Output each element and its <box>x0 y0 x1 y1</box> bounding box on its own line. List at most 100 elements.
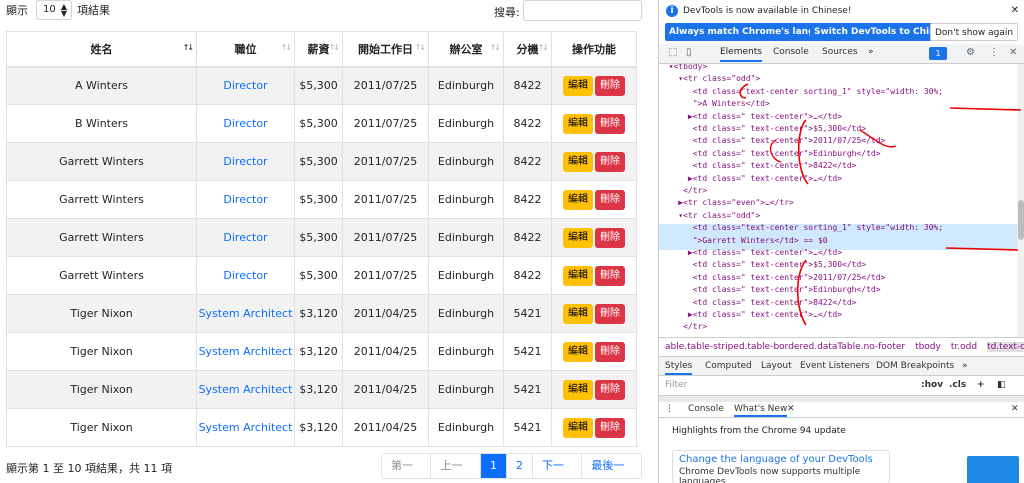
hov-toggle[interactable]: :hov <box>921 380 943 390</box>
breadcrumb-item[interactable]: td.text-c <box>987 342 1024 352</box>
dom-node-line[interactable]: <td class=" text-center">2011/07/25</td> <box>659 271 886 284</box>
add-rule-icon[interactable]: + <box>977 380 985 390</box>
dom-node-line[interactable]: <td class="text-center sorting_1" style=… <box>659 221 943 234</box>
edit-button[interactable]: 編輯 <box>563 113 593 134</box>
page-link[interactable]: 上一頁 <box>430 454 479 478</box>
delete-button[interactable]: 刪除 <box>595 151 625 172</box>
close-whats-new-icon[interactable]: ✕ <box>787 404 795 414</box>
delete-button[interactable]: 刪除 <box>595 75 625 96</box>
cell-position[interactable]: System Architect <box>196 408 295 447</box>
column-header[interactable]: 姓名 ↑↓ <box>6 31 197 68</box>
inspect-icon[interactable]: ⬚ <box>668 47 677 58</box>
dom-node-line[interactable]: <td class=" text-center">$5,300</td> <box>659 258 866 271</box>
tab-dom-breakpoints[interactable]: DOM Breakpoints <box>876 361 954 371</box>
cell-position[interactable]: Director <box>196 104 295 143</box>
edit-button[interactable]: 編輯 <box>563 151 593 172</box>
delete-button[interactable]: 刪除 <box>595 303 625 324</box>
page-link[interactable]: 最後一頁 <box>581 454 641 478</box>
dom-node-line[interactable]: ▶<td class=" text-center">…</td> <box>659 172 842 185</box>
drawer-menu-icon[interactable]: ⋮ <box>665 404 674 414</box>
dom-node-line[interactable]: ▶<td class=" text-center">…</td> <box>659 246 842 259</box>
dom-node-line[interactable]: <td class=" text-center">Edinburgh</td> <box>659 147 881 160</box>
delete-button[interactable]: 刪除 <box>595 379 625 400</box>
cell-position[interactable]: Director <box>196 142 295 181</box>
breadcrumb-item[interactable]: tr.odd <box>951 342 977 352</box>
delete-button[interactable]: 刪除 <box>595 113 625 134</box>
dom-node-line[interactable]: </tr> <box>659 320 707 333</box>
edit-button[interactable]: 編輯 <box>563 341 593 362</box>
delete-button[interactable]: 刪除 <box>595 265 625 286</box>
edit-button[interactable]: 編輯 <box>563 417 593 438</box>
dom-node-line[interactable]: <td class=" text-center">Edinburgh</td> <box>659 283 881 296</box>
dom-node-line[interactable]: <td class="text-center sorting_1" style=… <box>659 85 943 98</box>
breadcrumb-item[interactable]: able.table-striped.table-bordered.dataTa… <box>665 342 905 352</box>
dom-node-line[interactable]: ">A Winters</td> <box>659 97 770 110</box>
edit-button[interactable]: 編輯 <box>563 379 593 400</box>
breadcrumb-item[interactable]: tbody <box>915 342 941 352</box>
cls-toggle[interactable]: .cls <box>949 380 966 390</box>
drawer-tab-console[interactable]: Console <box>688 404 724 414</box>
tab-sources[interactable]: Sources <box>822 47 858 57</box>
close-drawer-icon[interactable]: ✕ <box>1011 404 1019 414</box>
page-link[interactable]: 下一頁 <box>531 454 581 478</box>
delete-button[interactable]: 刪除 <box>595 417 625 438</box>
dom-node-line[interactable]: <td class=" text-center">$5,300</td> <box>659 122 866 135</box>
tab-console[interactable]: Console <box>773 47 809 57</box>
column-header[interactable]: 辦公室 ↑↓ <box>428 31 504 68</box>
page-length-select[interactable]: 10 ▲ ▼ <box>36 0 72 20</box>
whats-new-card[interactable]: Change the language of your DevTools Chr… <box>672 450 890 483</box>
dom-node-line[interactable]: ▾<tr class="odd"> <box>659 209 760 222</box>
elements-scroll-thumb[interactable] <box>1018 200 1024 240</box>
page-link[interactable]: 1 <box>479 454 506 478</box>
cell-position[interactable]: Director <box>196 66 295 105</box>
tab-more[interactable]: » <box>868 47 874 57</box>
column-header[interactable]: 職位 ↑↓ <box>196 31 295 68</box>
cell-position[interactable]: System Architect <box>196 332 295 371</box>
column-header[interactable]: 分機 ↑↓ <box>503 31 552 68</box>
edit-button[interactable]: 編輯 <box>563 303 593 324</box>
dom-node-line[interactable]: ▶<td class=" text-center">…</td> <box>659 110 842 123</box>
tab-computed[interactable]: Computed <box>705 361 752 371</box>
dont-show-again-button[interactable]: Don't show again <box>930 23 1019 41</box>
dom-node-line[interactable]: ▾<tr class="odd"> <box>659 72 760 85</box>
dom-node-line[interactable]: <td class=" text-center">8422</td> <box>659 296 857 309</box>
edit-button[interactable]: 編輯 <box>563 75 593 96</box>
tab-event-listeners[interactable]: Event Listeners <box>800 361 870 371</box>
dom-node-line[interactable]: ">Garrett Winters</td> == $0 <box>659 234 828 247</box>
dom-node-line[interactable]: </tr> <box>659 184 707 197</box>
page-link[interactable]: 2 <box>505 454 532 478</box>
card-title[interactable]: Change the language of your DevTools <box>679 454 883 465</box>
cell-position[interactable]: Director <box>196 218 295 257</box>
issues-badge[interactable]: 1 <box>929 47 947 60</box>
dom-node-line[interactable]: ▶<tr class="even">…</tr> <box>659 196 794 209</box>
styles-filter[interactable]: Filter :hov .cls + ◧ <box>659 376 1024 396</box>
tab-more-subtabs[interactable]: » <box>962 361 968 371</box>
cell-position[interactable]: Director <box>196 256 295 295</box>
edit-button[interactable]: 編輯 <box>563 227 593 248</box>
tab-styles[interactable]: Styles <box>665 361 693 375</box>
computed-sidebar-icon[interactable]: ◧ <box>997 380 1006 390</box>
search-input[interactable] <box>523 0 642 21</box>
page-link[interactable]: 第一頁 <box>382 454 430 478</box>
column-header[interactable]: 開始工作日 ↑↓ <box>342 31 429 68</box>
gear-icon[interactable]: ⚙ <box>966 47 975 58</box>
dom-node-line[interactable]: ▶<td class=" text-center">…</td> <box>659 308 842 321</box>
close-icon[interactable]: ✕ <box>1011 5 1019 16</box>
delete-button[interactable]: 刪除 <box>595 189 625 210</box>
more-options-icon[interactable]: ⋮ <box>989 47 999 58</box>
cell-position[interactable]: System Architect <box>196 294 295 333</box>
device-toolbar-icon[interactable]: ▯ <box>686 47 692 58</box>
dom-node-line[interactable]: <td class=" text-center">8422</td> <box>659 159 857 172</box>
cell-position[interactable]: System Architect <box>196 370 295 409</box>
edit-button[interactable]: 編輯 <box>563 189 593 210</box>
dom-node-line[interactable]: <td class=" text-center">2011/07/25</td> <box>659 134 886 147</box>
column-header[interactable]: 薪資 ↑↓ <box>294 31 343 68</box>
delete-button[interactable]: 刪除 <box>595 341 625 362</box>
edit-button[interactable]: 編輯 <box>563 265 593 286</box>
tab-elements[interactable]: Elements <box>720 47 762 62</box>
tab-layout[interactable]: Layout <box>761 361 792 371</box>
close-devtools-icon[interactable]: ✕ <box>1009 47 1017 58</box>
delete-button[interactable]: 刪除 <box>595 227 625 248</box>
drawer-tab-whats-new[interactable]: What's New <box>734 404 788 417</box>
cell-position[interactable]: Director <box>196 180 295 219</box>
